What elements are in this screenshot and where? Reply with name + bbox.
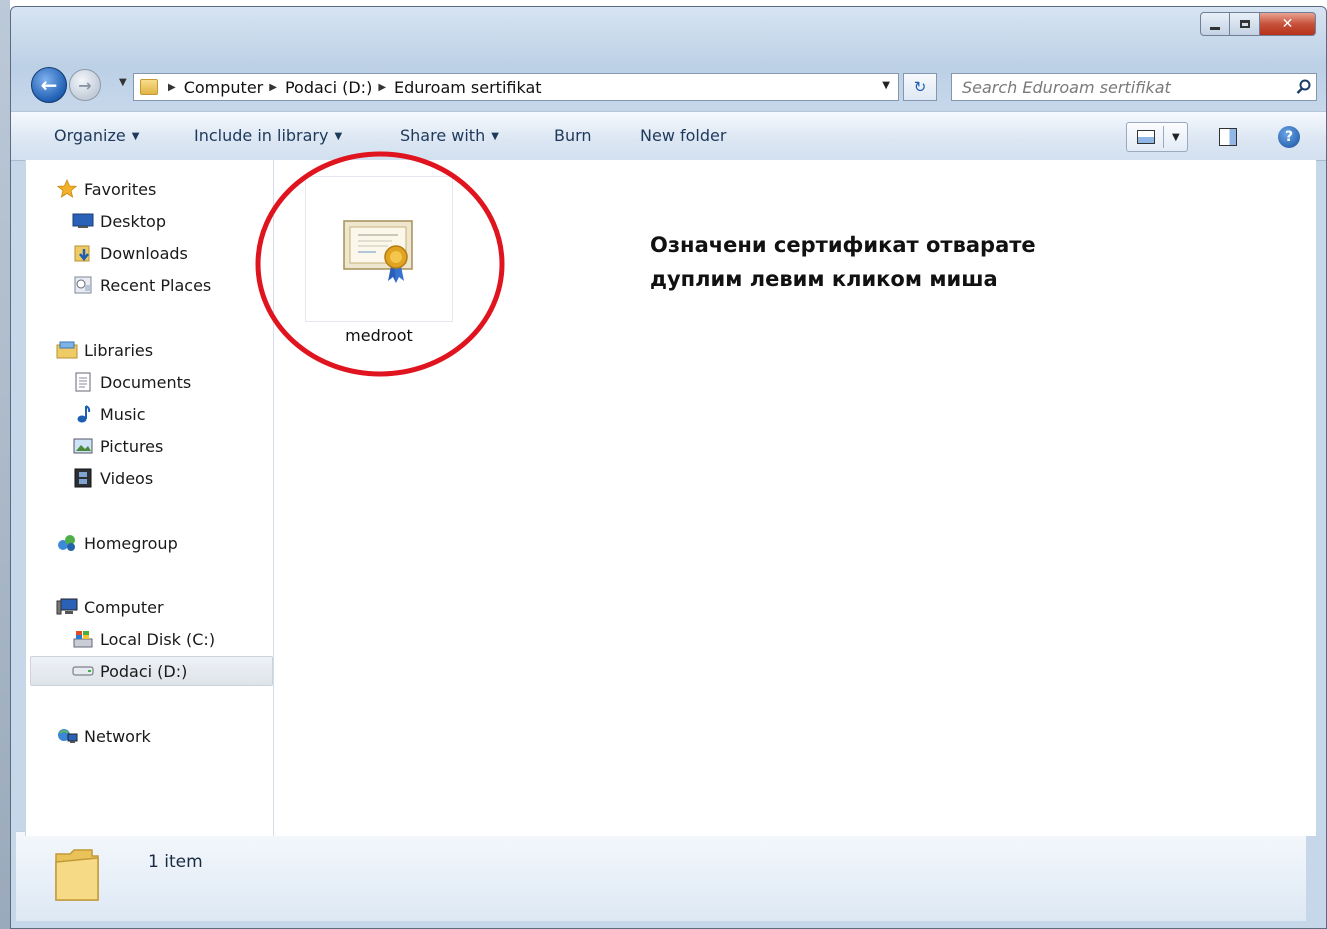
back-arrow-icon: ← <box>40 73 58 97</box>
videos-icon <box>72 467 94 489</box>
sidebar-item-label: Local Disk (C:) <box>100 629 216 649</box>
star-icon <box>56 178 78 200</box>
include-in-library-label: Include in library <box>194 126 329 145</box>
libraries-icon <box>56 339 78 361</box>
refresh-button[interactable]: ↻ <box>903 73 937 101</box>
close-icon: ✕ <box>1281 16 1294 32</box>
computer-icon <box>56 596 78 618</box>
annotation-line-1: Означени сертификат отварате <box>650 233 1036 257</box>
desktop-icon <box>72 210 94 232</box>
sidebar-item-computer[interactable]: Computer <box>56 592 164 622</box>
sidebar-item-label: Music <box>100 404 146 424</box>
breadcrumb-chevron-icon[interactable]: ▶ <box>378 82 386 93</box>
breadcrumb-computer[interactable]: Computer <box>184 78 264 97</box>
view-icon <box>1137 130 1155 144</box>
organize-button[interactable]: Organize ▼ <box>54 126 139 145</box>
divider <box>1163 126 1164 148</box>
sidebar-item-recent-places[interactable]: Recent Places <box>72 270 211 300</box>
forward-button[interactable]: → <box>69 69 101 101</box>
pictures-icon <box>72 435 94 457</box>
content-area: Favorites Desktop Downloads Recent Place… <box>25 151 1316 836</box>
recent-pages-button[interactable]: ▼ <box>119 77 127 88</box>
drive-icon <box>72 660 94 682</box>
sidebar-item-homegroup[interactable]: Homegroup <box>56 528 178 558</box>
view-options-icon[interactable]: ▼ <box>1172 132 1180 143</box>
share-with-button[interactable]: Share with ▼ <box>400 126 499 145</box>
breadcrumb-drive[interactable]: Podaci (D:) <box>285 78 372 97</box>
share-with-label: Share with <box>400 126 486 145</box>
sidebar-item-videos[interactable]: Videos <box>72 463 153 493</box>
recent-places-icon <box>72 274 94 296</box>
local-disk-icon <box>72 628 94 650</box>
sidebar-item-downloads[interactable]: Downloads <box>72 238 188 268</box>
address-dropdown-icon[interactable]: ▼ <box>882 80 890 91</box>
breadcrumb-current-folder[interactable]: Eduroam sertifikat <box>394 78 542 97</box>
back-button[interactable]: ← <box>31 67 67 103</box>
sidebar-item-label: Libraries <box>84 340 154 360</box>
organize-label: Organize <box>54 126 126 145</box>
burn-button[interactable]: Burn <box>554 126 592 145</box>
close-button[interactable]: ✕ <box>1260 12 1316 36</box>
preview-pane-icon[interactable] <box>1219 128 1237 146</box>
search-box[interactable] <box>951 73 1317 101</box>
sidebar-item-desktop[interactable]: Desktop <box>72 206 166 236</box>
caption-buttons: ✕ <box>1200 12 1316 36</box>
new-folder-button[interactable]: New folder <box>640 126 726 145</box>
background-window-edge <box>0 0 10 929</box>
change-view-button[interactable]: ▼ <box>1126 122 1188 152</box>
network-icon <box>56 725 78 747</box>
folder-large-icon <box>55 849 99 901</box>
sidebar-item-music[interactable]: Music <box>72 399 146 429</box>
sidebar-item-label: Documents <box>100 372 192 392</box>
sidebar-item-label: Downloads <box>100 243 188 263</box>
sidebar-item-label: Podaci (D:) <box>100 661 188 681</box>
minimize-icon <box>1210 26 1220 30</box>
highlight-circle <box>255 151 505 377</box>
navigation-row: ← → ▼ ▶ Computer ▶ Podaci (D:) ▶ Eduroam… <box>11 63 1326 107</box>
forward-arrow-icon: → <box>78 75 92 95</box>
breadcrumb-chevron-icon[interactable]: ▶ <box>269 82 277 93</box>
breadcrumb-chevron-icon[interactable]: ▶ <box>168 82 176 93</box>
dropdown-arrow-icon: ▼ <box>334 131 343 142</box>
minimize-button[interactable] <box>1200 12 1230 36</box>
address-bar[interactable]: ▶ Computer ▶ Podaci (D:) ▶ Eduroam serti… <box>133 73 899 101</box>
include-in-library-button[interactable]: Include in library ▼ <box>194 126 342 145</box>
homegroup-icon <box>56 532 78 554</box>
sidebar-item-label: Videos <box>100 468 154 488</box>
item-count: 1 item <box>148 852 203 872</box>
details-pane: 1 item <box>16 831 1306 921</box>
dropdown-arrow-icon: ▼ <box>131 131 140 142</box>
annotation-line-2: дуплим левим кликом миша <box>650 267 998 291</box>
sidebar-item-podaci-d[interactable]: Podaci (D:) <box>30 656 273 686</box>
help-icon[interactable]: ? <box>1278 126 1300 148</box>
maximize-button[interactable] <box>1230 12 1260 36</box>
sidebar-item-libraries[interactable]: Libraries <box>56 335 153 365</box>
sidebar-item-label: Pictures <box>100 436 164 456</box>
maximize-icon <box>1239 20 1250 28</box>
command-bar: Organize ▼ Include in library ▼ Share with… <box>11 111 1326 161</box>
sidebar-item-local-disk-c[interactable]: Local Disk (C:) <box>72 624 215 654</box>
sidebar-item-network[interactable]: Network <box>56 721 151 751</box>
search-input[interactable] <box>960 76 1292 98</box>
dropdown-arrow-icon: ▼ <box>491 131 499 142</box>
navigation-pane: Favorites Desktop Downloads Recent Place… <box>26 160 274 836</box>
sidebar-item-label: Favorites <box>84 179 157 199</box>
music-icon <box>72 403 94 425</box>
sidebar-item-label: Recent Places <box>100 275 212 295</box>
sidebar-item-label: Network <box>84 726 151 746</box>
search-icon[interactable] <box>1292 79 1316 95</box>
refresh-icon: ↻ <box>913 78 927 96</box>
file-list: medroot Означени сертификат отварате дуп… <box>255 151 1316 836</box>
folder-icon <box>140 79 158 95</box>
instruction-annotation: Означени сертификат отварате дуплим леви… <box>650 228 1110 296</box>
sidebar-item-favorites[interactable]: Favorites <box>56 174 156 204</box>
sidebar-item-label: Computer <box>84 597 164 617</box>
sidebar-item-documents[interactable]: Documents <box>72 367 191 397</box>
sidebar-item-pictures[interactable]: Pictures <box>72 431 163 461</box>
sidebar-item-label: Homegroup <box>84 533 178 553</box>
documents-icon <box>72 371 94 393</box>
downloads-icon <box>72 242 94 264</box>
sidebar-item-label: Desktop <box>100 211 166 231</box>
